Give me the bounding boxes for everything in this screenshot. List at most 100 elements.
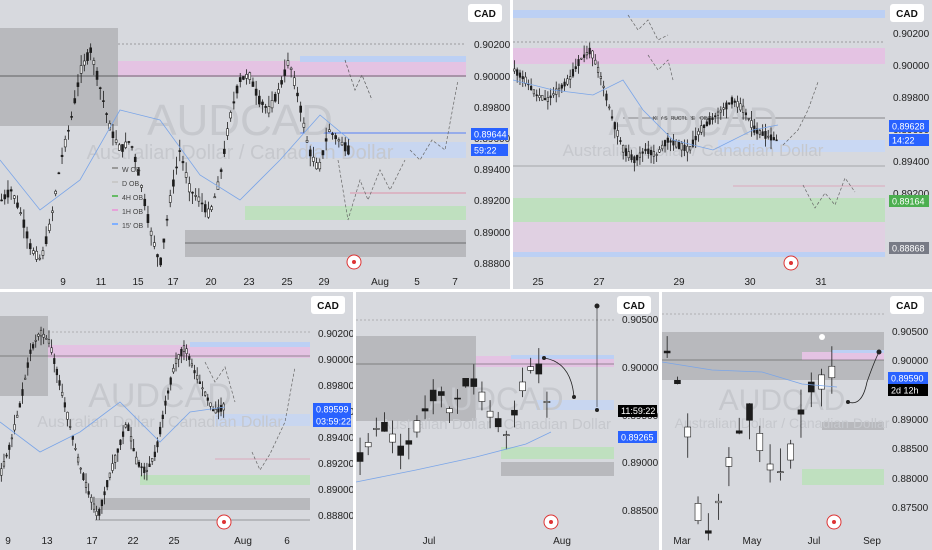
h4-ob-zone [245,206,466,220]
candle-body [79,467,82,470]
candle-body [127,141,131,143]
price-tag: 0.89590 [891,374,924,384]
candle-body [124,424,127,428]
candle-body [232,101,236,104]
tradingview-logo-dot [352,260,356,264]
candle-body [705,121,708,127]
chart-panel-4[interactable]: AUDCADAustralian Dollar / Canadian Dolla… [356,292,659,550]
candle-body [580,57,583,60]
candle-body [204,391,207,396]
candle-body [277,89,280,94]
watermark-name: Australian Dollar / Canadian Dollar [675,415,890,431]
candle-body [60,154,64,158]
candle-body [188,183,191,193]
time-tag: 59:22 [474,146,497,156]
candle-body [828,365,836,379]
chart-panel-3[interactable]: AUDCAD Australian Dollar / Canadian Dolla… [0,292,353,550]
candle-body [200,202,204,205]
m15-ob-zone-2 [513,252,885,257]
candle-body [356,452,364,462]
candle-body [19,212,22,214]
candle-body [641,151,644,154]
candle-body [108,472,111,478]
candle-body [0,468,3,476]
currency-label: CAD [896,9,918,20]
candle-body [716,111,720,116]
candle-body [321,150,325,156]
y-tick-label: 0.89400 [318,433,353,444]
chart-panel-5[interactable]: AUDCAD Australian Dollar / Canadian Dolla… [662,292,932,550]
candle-body [622,144,625,153]
candle-body [605,93,608,101]
candle-body [66,411,69,420]
candle-body [364,442,372,448]
candle-body [0,199,3,202]
legend-label: W OB [122,167,141,174]
x-tick-label: 25 [168,536,180,547]
candle-body [563,81,566,87]
candle-body [538,95,541,98]
candle-body [41,250,45,256]
candle-body [145,469,149,472]
candle-body [174,357,178,364]
candle-body [219,405,223,412]
price-tag: 0.89265 [621,433,654,443]
y-tick-label: 0.90500 [892,327,929,338]
point-marker [542,356,546,360]
chart-panel-1[interactable]: AUDCAD Australian Dollar / Canadian Dolla… [0,0,510,289]
candle-body [162,238,166,243]
tradingview-logo-dot [222,520,226,524]
candle-body [753,125,756,133]
candle-body [210,206,213,211]
candle-body [633,156,636,164]
candle-body [61,391,64,396]
y-tick-label: 0.89000 [318,485,353,496]
x-tick-label: 17 [167,277,179,288]
time-tag: 11:59:22 [621,406,655,416]
candle-body [750,120,753,128]
candle-body [627,151,630,159]
chart-panel-2[interactable]: KEY STRUCTURE POINT AUDCAD Australian Doll… [513,0,932,289]
candle-body [421,408,429,412]
candle-body [405,440,413,445]
legend-label: 1H OB [122,209,143,216]
candle-body [267,106,271,114]
candle-body [156,254,159,258]
candle-body [90,497,93,503]
candle-body [149,230,153,236]
candle-body [178,150,182,152]
watermark-symbol: AUDCAD [147,96,333,145]
candle-body [135,456,138,465]
y-tick-label: 0.89000 [622,458,659,469]
candle-body [146,214,150,223]
legend-label: 15' OB [122,223,144,230]
candle-body [711,117,714,120]
candle-body [45,338,48,340]
y-tick-label: 0.89200 [474,196,510,207]
candle-body [683,144,686,151]
candle-body [283,69,287,76]
candle-body [446,408,453,414]
candle-body [535,94,538,97]
candle-body [591,50,594,59]
candle-body [596,66,600,73]
currency-label: CAD [623,301,645,312]
candle-body [652,151,655,157]
candle-body [201,387,204,390]
candle-body [663,140,667,147]
candle-body [739,103,742,111]
candle-body [165,218,169,221]
time-tag: 03:59:22 [316,417,351,427]
candle-body [381,421,388,432]
candle-body [129,436,133,442]
candle-body [666,137,669,143]
candle-body [305,140,309,143]
candle-body [34,339,37,342]
candle-body [132,448,135,452]
candle-body [153,242,156,247]
candle-body [127,424,130,432]
currency-label: CAD [896,301,918,312]
watermark-symbol: AUDCAD [719,384,846,417]
candle-body [705,530,712,534]
candle-body [261,101,264,105]
